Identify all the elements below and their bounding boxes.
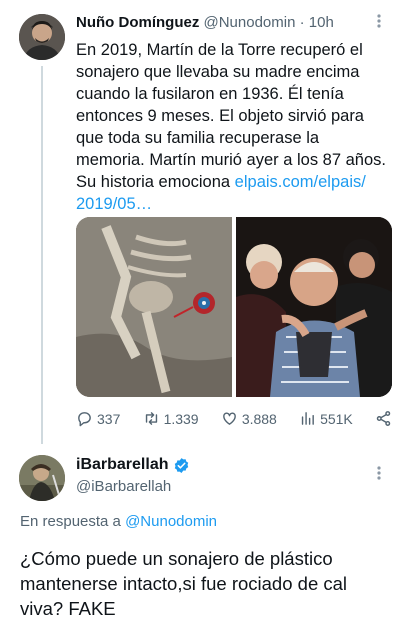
reply-to-handle[interactable]: @Nunodomin bbox=[125, 513, 217, 530]
views-icon bbox=[301, 412, 314, 425]
tweet-media[interactable] bbox=[76, 217, 392, 397]
media-image-skeleton[interactable] bbox=[76, 217, 232, 397]
reply-context: En respuesta a @Nunodomin bbox=[20, 513, 217, 530]
verified-icon bbox=[175, 457, 189, 473]
reply-author-handle[interactable]: @iBarbarellah bbox=[76, 478, 171, 495]
views-button[interactable]: 551K bbox=[299, 410, 353, 427]
more-icon[interactable] bbox=[376, 13, 382, 32]
author-handle[interactable]: @Nunodomin bbox=[204, 14, 296, 31]
like-count: 3.888 bbox=[241, 410, 277, 427]
reply-icon bbox=[78, 412, 91, 427]
author-name[interactable]: Nuño Domínguez bbox=[76, 14, 199, 31]
more-icon[interactable] bbox=[376, 465, 382, 484]
media-image-family[interactable] bbox=[236, 217, 392, 397]
retweet-icon bbox=[145, 412, 157, 425]
tweet-header: Nuño Domínguez @Nunodomin · 10h bbox=[76, 14, 382, 34]
thread-connector-line bbox=[41, 66, 43, 444]
retweet-button[interactable]: 1.339 bbox=[143, 410, 199, 427]
reply-button[interactable]: 337 bbox=[76, 410, 120, 427]
reply-text: ¿Cómo puede un sonajero de plástico mant… bbox=[20, 548, 348, 619]
like-icon bbox=[222, 412, 236, 425]
reply-count: 337 bbox=[97, 410, 121, 427]
share-icon bbox=[376, 411, 391, 426]
retweet-count: 1.339 bbox=[163, 410, 199, 427]
views-count: 551K bbox=[320, 410, 353, 427]
avatar[interactable] bbox=[19, 14, 65, 60]
tweet-time[interactable]: 10h bbox=[309, 14, 334, 31]
reply-avatar[interactable] bbox=[19, 455, 65, 501]
separator-dot: · bbox=[299, 14, 309, 31]
reply-to-prefix: En respuesta a bbox=[20, 513, 126, 530]
reply-header: iBarbarellah bbox=[76, 456, 190, 474]
like-button[interactable]: 3.888 bbox=[221, 410, 277, 427]
share-button[interactable] bbox=[375, 410, 392, 427]
reply-author-name[interactable]: iBarbarellah bbox=[76, 456, 168, 474]
tweet-actions: 337 1.339 3.888 551K bbox=[76, 410, 392, 427]
tweet-text-main: En 2019, Martín de la Torre recuperó el … bbox=[76, 41, 386, 191]
tweet-text: En 2019, Martín de la Torre recuperó el … bbox=[76, 39, 392, 215]
